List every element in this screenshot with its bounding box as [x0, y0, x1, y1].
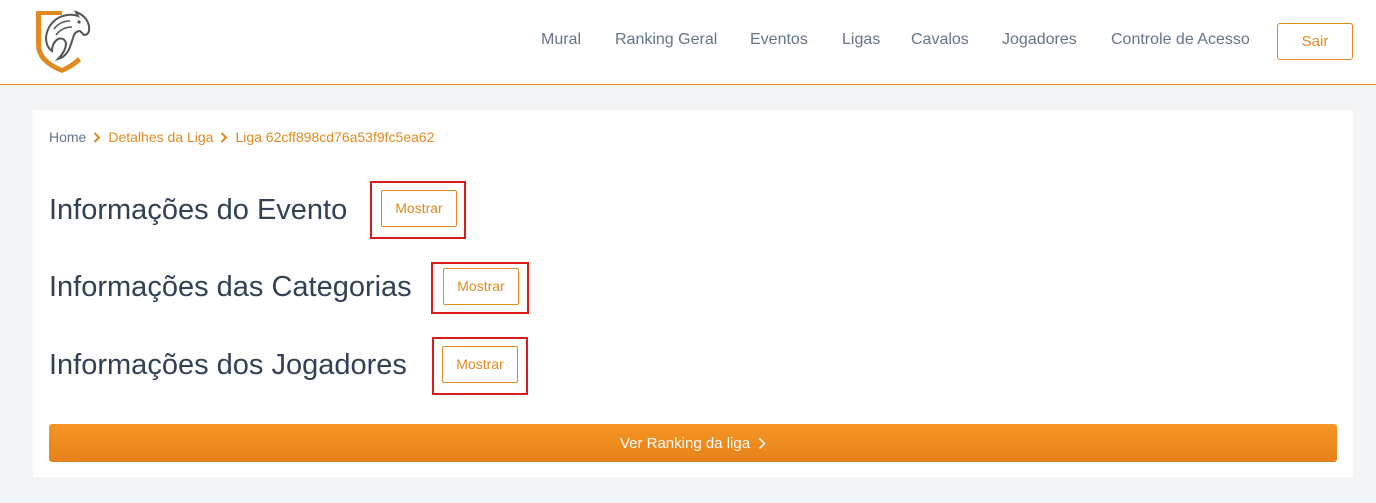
breadcrumb: Home Detalhes da Liga Liga 62cff898cd76a… [49, 129, 434, 145]
categories-info-title: Informações das Categorias [49, 271, 412, 303]
breadcrumb-home[interactable]: Home [49, 129, 86, 145]
nav-mural[interactable]: Mural [541, 31, 581, 49]
nav-jogadores[interactable]: Jogadores [1002, 31, 1077, 49]
players-info-title: Informações dos Jogadores [49, 349, 407, 381]
nav-cavalos[interactable]: Cavalos [911, 31, 969, 49]
top-header: Mural Ranking Geral Eventos Ligas Cavalo… [0, 0, 1376, 85]
nav-controle-de-acesso[interactable]: Controle de Acesso [1111, 31, 1250, 49]
view-league-ranking-button[interactable]: Ver Ranking da liga [49, 424, 1337, 462]
nav-ligas[interactable]: Ligas [842, 31, 880, 49]
logout-button[interactable]: Sair [1277, 23, 1353, 60]
event-info-title: Informações do Evento [49, 194, 348, 226]
chevron-right-icon [216, 130, 232, 144]
show-players-info-button[interactable]: Mostrar [442, 346, 518, 383]
nav-eventos[interactable]: Eventos [750, 31, 808, 49]
show-event-info-button[interactable]: Mostrar [381, 190, 457, 227]
chevron-right-icon [758, 437, 766, 449]
breadcrumb-current-league[interactable]: Liga 62cff898cd76a53f9fc5ea62 [235, 129, 434, 145]
chevron-right-icon [89, 130, 105, 144]
breadcrumb-league-details[interactable]: Detalhes da Liga [108, 129, 213, 145]
horse-shield-logo[interactable] [32, 7, 92, 75]
show-categories-info-button[interactable]: Mostrar [443, 268, 519, 305]
view-league-ranking-label: Ver Ranking da liga [619, 434, 751, 452]
league-details-card: Home Detalhes da Liga Liga 62cff898cd76a… [33, 110, 1353, 477]
nav-ranking-geral[interactable]: Ranking Geral [615, 31, 717, 49]
